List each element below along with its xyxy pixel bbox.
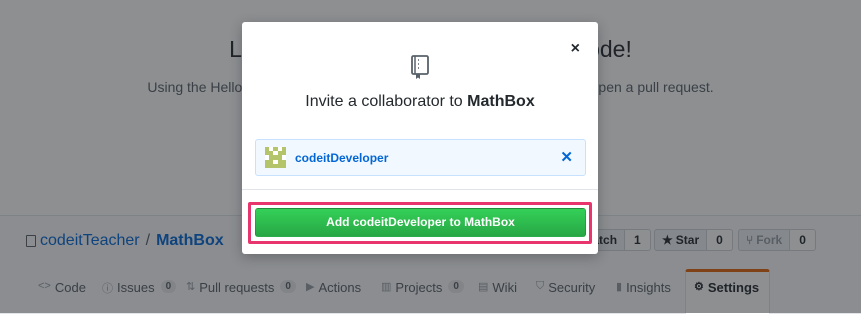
modal-title-repo: MathBox (467, 93, 535, 110)
repo-icon (411, 55, 429, 79)
close-icon[interactable]: × (571, 40, 580, 58)
avatar (265, 147, 286, 168)
modal-title: Invite a collaborator to MathBox (242, 93, 598, 111)
modal-divider (242, 189, 598, 190)
remove-user-icon[interactable]: ✕ (560, 148, 573, 166)
selected-user: codeitDeveloper ✕ (255, 139, 586, 176)
selected-username: codeitDeveloper (295, 151, 389, 165)
invite-collaborator-dialog: × Invite a collaborator to MathBox codei… (242, 22, 598, 254)
add-collaborator-button[interactable]: Add codeitDeveloper to MathBox (255, 208, 586, 237)
modal-title-prefix: Invite a collaborator to (305, 93, 468, 110)
